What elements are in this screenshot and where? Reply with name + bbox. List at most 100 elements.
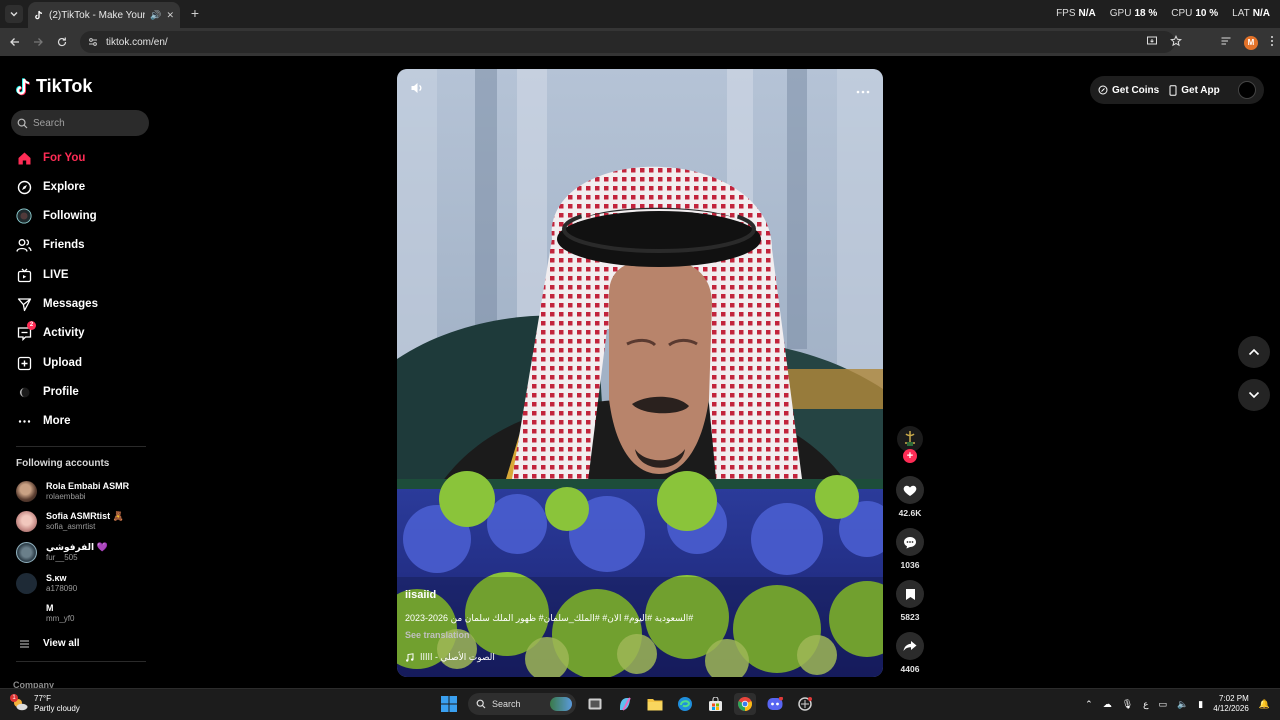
video-player[interactable]: iisaiid #السعودية #اليوم# الان# #الملك_س… [397, 69, 883, 677]
speaker-icon[interactable]: 🔊 [150, 10, 161, 21]
following-account[interactable]: Rola Embabi ASMR rolaembabi [16, 478, 156, 504]
search-icon [476, 699, 486, 709]
file-explorer-icon[interactable] [644, 693, 666, 715]
music-title: الصوت الأصلي - ااااا [420, 652, 495, 662]
account-handle: sofia_asmrtist [46, 521, 96, 531]
app-icon[interactable] [794, 693, 816, 715]
close-tab-icon[interactable]: ✕ [166, 10, 174, 21]
cloud-icon[interactable]: ☁ [1103, 699, 1112, 710]
tab-search-button[interactable] [5, 5, 23, 23]
taskbar: 1 77°F Partly cloudy Search ⌃ ☁ 🎙 ع ▭ 🔈 … [0, 688, 1280, 720]
account-name: S.ĸw [46, 572, 67, 583]
following-account[interactable]: Mmm_yf0 [16, 600, 156, 626]
previous-video-button[interactable] [1238, 336, 1270, 368]
profile-avatar[interactable]: M [1244, 36, 1258, 50]
list-icon [20, 640, 29, 647]
chrome-icon[interactable] [734, 693, 756, 715]
task-view-icon[interactable] [584, 693, 606, 715]
battery-icon[interactable]: ▮ [1198, 699, 1203, 710]
theme-toggle-icon[interactable] [1238, 81, 1256, 99]
nav-label: Messages [43, 298, 98, 310]
nav-label: Upload [43, 357, 82, 369]
get-app-button[interactable]: Get App [1169, 85, 1220, 96]
nav-more[interactable]: More [16, 410, 156, 432]
address-bar[interactable]: tiktok.com/en/ [80, 31, 1175, 53]
sidebar: TikTok Search For You Explore Following … [0, 56, 160, 688]
site-info-icon[interactable] [88, 37, 98, 47]
new-tab-button[interactable]: + [187, 4, 203, 22]
search-input[interactable]: Search [11, 110, 149, 136]
nav-label: LIVE [43, 269, 69, 281]
video-music[interactable]: الصوت الأصلي - ااااا [405, 652, 865, 663]
install-app-icon[interactable] [1146, 34, 1158, 52]
nav-upload[interactable]: Upload [16, 352, 156, 374]
chevron-up-icon[interactable]: ⌃ [1085, 699, 1093, 710]
network-icon[interactable]: ▭ [1159, 699, 1168, 710]
see-translation-link[interactable]: See translation [405, 630, 865, 640]
avatar [16, 572, 37, 594]
following-account[interactable]: Sofia ASMRtist 🧸 sofia_asmrtist [16, 508, 156, 534]
nav-friends[interactable]: Friends [16, 234, 156, 256]
nav-explore[interactable]: Explore [16, 176, 156, 198]
avatar [16, 510, 37, 532]
view-all-button[interactable]: View all [20, 638, 80, 649]
get-coins-button[interactable]: Get Coins [1098, 85, 1159, 96]
avatar [16, 602, 37, 624]
company-link[interactable]: Company [13, 680, 54, 688]
taskbar-search[interactable]: Search [468, 693, 576, 715]
nav-messages[interactable]: Messages [16, 293, 156, 315]
forward-icon[interactable] [30, 34, 46, 50]
nav-profile[interactable]: Profile [16, 381, 156, 403]
bookmark-star-icon[interactable] [1169, 34, 1183, 52]
sidebar-divider [16, 446, 146, 447]
performance-overlay: FPS N/A GPU 18 % CPU 10 % LAT N/A [1056, 8, 1270, 19]
video-more-icon[interactable] [856, 82, 870, 97]
clock-time: 7:02 PM [1218, 694, 1249, 703]
share-button[interactable]: 4406 [893, 632, 927, 674]
browser-menu-icon[interactable] [1270, 34, 1274, 52]
nav-following[interactable]: Following [16, 205, 156, 227]
store-icon[interactable] [704, 693, 726, 715]
profile-icon [16, 384, 32, 400]
like-button[interactable]: 42.6K [893, 476, 927, 518]
account-name: M [46, 602, 54, 613]
nav-for-you[interactable]: For You [16, 147, 156, 169]
nav-live[interactable]: LIVE [16, 264, 156, 286]
next-video-button[interactable] [1238, 379, 1270, 411]
following-accounts-title: Following accounts [16, 458, 110, 469]
reading-list-icon[interactable] [1220, 34, 1232, 52]
language-indicator[interactable]: ع [1143, 699, 1148, 710]
temperature: 77°F [34, 694, 51, 703]
follow-button[interactable]: + [903, 449, 917, 463]
clock-date: 4/12/2026 [1213, 704, 1249, 713]
discord-icon[interactable] [764, 693, 786, 715]
windows-start-icon[interactable] [438, 693, 460, 715]
reload-icon[interactable] [54, 34, 70, 50]
share-icon [903, 641, 917, 651]
header-actions: Get Coins Get App [1090, 76, 1264, 104]
microphone-icon[interactable]: 🎙 [1122, 699, 1133, 710]
tiktok-logo[interactable]: TikTok [16, 76, 92, 97]
nav-activity[interactable]: 2 Activity [16, 321, 156, 344]
perf-fps: FPS N/A [1056, 8, 1096, 19]
taskbar-search-label: Search [492, 699, 521, 709]
comment-icon [904, 536, 916, 548]
account-name: الفرفوشي 💜 [46, 541, 108, 552]
video-username[interactable]: iisaiid [405, 589, 865, 601]
following-account[interactable]: الفرفوشي 💜 fur__505 [16, 539, 156, 565]
volume-icon[interactable] [410, 81, 424, 98]
following-account[interactable]: S.ĸw a178090 [16, 570, 156, 596]
browser-tab[interactable]: (2)TikTok - Make Your Day 🔊 ✕ [28, 2, 180, 28]
notifications-icon[interactable]: 🔔 [1259, 699, 1270, 710]
clock[interactable]: 7:02 PM 4/12/2026 [1213, 694, 1249, 714]
volume-icon[interactable]: 🔈 [1177, 699, 1188, 710]
friends-icon [16, 237, 32, 253]
back-icon[interactable] [7, 34, 23, 50]
edge-icon[interactable] [674, 693, 696, 715]
save-button[interactable]: 5823 [893, 580, 927, 622]
logo-text: TikTok [36, 76, 93, 96]
perf-gpu: GPU 18 % [1109, 8, 1158, 19]
copilot-icon[interactable] [614, 693, 636, 715]
comment-button[interactable]: 1036 [893, 528, 927, 570]
weather-widget[interactable]: 1 77°F Partly cloudy [10, 694, 80, 714]
